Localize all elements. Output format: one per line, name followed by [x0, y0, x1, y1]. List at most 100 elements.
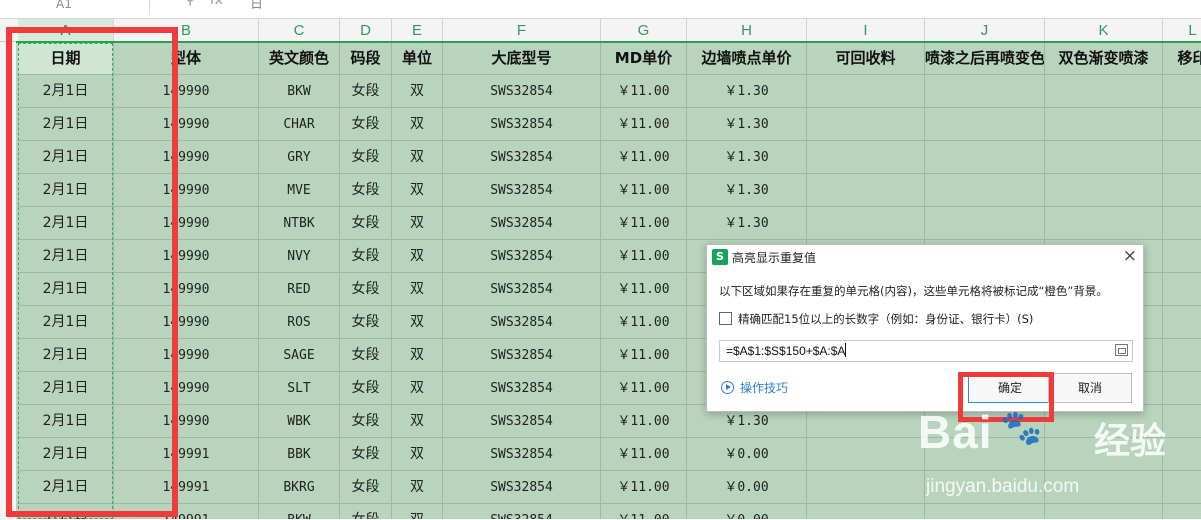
cell-f[interactable]: SWS32854	[443, 75, 601, 108]
cell-j[interactable]	[925, 174, 1045, 207]
cell-f[interactable]: SWS32854	[443, 240, 601, 273]
cell-k[interactable]	[1045, 471, 1163, 504]
cell-b[interactable]: 149990	[114, 141, 259, 174]
cell-k[interactable]	[1045, 108, 1163, 141]
header-cell-f[interactable]: 大底型号	[443, 42, 601, 75]
cell-a[interactable]: 2月1日	[18, 174, 114, 207]
cell-d[interactable]: 女段	[340, 405, 392, 438]
cell-i[interactable]	[807, 141, 925, 174]
column-header-a[interactable]: A	[18, 19, 114, 41]
cell-g[interactable]: ￥11.00	[601, 174, 687, 207]
cell-b[interactable]: 149990	[114, 75, 259, 108]
cell-j[interactable]	[925, 438, 1045, 471]
cell-e[interactable]: 双	[392, 240, 443, 273]
column-header-b[interactable]: B	[114, 19, 259, 41]
cell-g[interactable]: ￥11.00	[601, 471, 687, 504]
cell-c[interactable]: BBK	[259, 438, 340, 471]
cell-g[interactable]: ￥11.00	[601, 405, 687, 438]
exact-match-checkbox[interactable]	[719, 312, 732, 325]
cell-j[interactable]	[925, 504, 1045, 519]
cell-a[interactable]: 2月1日	[18, 471, 114, 504]
cell-k[interactable]	[1045, 438, 1163, 471]
cell-l[interactable]	[1163, 240, 1201, 273]
column-header-i[interactable]: I	[807, 19, 925, 41]
name-box[interactable]: A1	[0, 0, 150, 14]
column-header-g[interactable]: G	[601, 19, 687, 41]
cell-c[interactable]: MVE	[259, 174, 340, 207]
cell-f[interactable]: SWS32854	[443, 504, 601, 519]
cell-j[interactable]	[925, 108, 1045, 141]
cell-b[interactable]: 149990	[114, 108, 259, 141]
cell-e[interactable]: 双	[392, 108, 443, 141]
cell-c[interactable]: SAGE	[259, 339, 340, 372]
cancel-button[interactable]: 取消	[1048, 373, 1132, 403]
cell-b[interactable]: 149990	[114, 273, 259, 306]
cell-a[interactable]: 2月1日	[18, 504, 114, 519]
cell-b[interactable]: 149990	[114, 174, 259, 207]
cell-e[interactable]: 双	[392, 207, 443, 240]
cell-c[interactable]: BKW	[259, 75, 340, 108]
cell-a[interactable]: 2月1日	[18, 405, 114, 438]
header-cell-a[interactable]: 日期	[18, 42, 114, 75]
cell-l[interactable]	[1163, 306, 1201, 339]
cell-d[interactable]: 女段	[340, 240, 392, 273]
close-icon[interactable]: ×	[1123, 246, 1137, 266]
header-cell-e[interactable]: 单位	[392, 42, 443, 75]
cell-c[interactable]: CHAR	[259, 108, 340, 141]
cell-l[interactable]	[1163, 405, 1201, 438]
cell-k[interactable]	[1045, 141, 1163, 174]
cell-d[interactable]: 女段	[340, 339, 392, 372]
column-header-d[interactable]: D	[340, 19, 392, 41]
cell-k[interactable]	[1045, 207, 1163, 240]
cell-b[interactable]: 149991	[114, 504, 259, 519]
cell-j[interactable]	[925, 75, 1045, 108]
cell-e[interactable]: 双	[392, 504, 443, 519]
cell-d[interactable]: 女段	[340, 141, 392, 174]
cell-h[interactable]: ￥1.30	[687, 141, 807, 174]
cell-f[interactable]: SWS32854	[443, 405, 601, 438]
cell-j[interactable]	[925, 141, 1045, 174]
header-cell-c[interactable]: 英文颜色	[259, 42, 340, 75]
cell-k[interactable]	[1045, 174, 1163, 207]
cell-h[interactable]: ￥0.00	[687, 438, 807, 471]
fx-icon[interactable]: fx	[210, 0, 223, 8]
cell-i[interactable]	[807, 174, 925, 207]
cell-l[interactable]	[1163, 174, 1201, 207]
cell-k[interactable]	[1045, 75, 1163, 108]
column-header-k[interactable]: K	[1045, 19, 1163, 41]
cell-b[interactable]: 149990	[114, 306, 259, 339]
cell-i[interactable]	[807, 504, 925, 519]
cell-i[interactable]	[807, 438, 925, 471]
cell-h[interactable]: ￥1.30	[687, 174, 807, 207]
cell-b[interactable]: 149990	[114, 207, 259, 240]
cell-g[interactable]: ￥11.00	[601, 108, 687, 141]
range-input[interactable]: =$A$1:$S$150+$A:$A	[719, 340, 1133, 362]
header-cell-l[interactable]: 移印	[1163, 42, 1201, 75]
header-cell-k[interactable]: 双色渐变喷漆	[1045, 42, 1163, 75]
header-cell-h[interactable]: 边墙喷点单价	[687, 42, 807, 75]
cell-e[interactable]: 双	[392, 141, 443, 174]
cell-e[interactable]: 双	[392, 438, 443, 471]
cell-b[interactable]: 149991	[114, 438, 259, 471]
cell-g[interactable]: ￥11.00	[601, 141, 687, 174]
column-header-e[interactable]: E	[392, 19, 443, 41]
cell-e[interactable]: 双	[392, 75, 443, 108]
cell-e[interactable]: 双	[392, 372, 443, 405]
cell-f[interactable]: SWS32854	[443, 339, 601, 372]
cell-f[interactable]: SWS32854	[443, 471, 601, 504]
cell-f[interactable]: SWS32854	[443, 174, 601, 207]
column-header-f[interactable]: F	[443, 19, 601, 41]
cell-c[interactable]: SLT	[259, 372, 340, 405]
cell-g[interactable]: ￥11.00	[601, 273, 687, 306]
cell-c[interactable]: GRY	[259, 141, 340, 174]
cell-d[interactable]: 女段	[340, 108, 392, 141]
cell-h[interactable]: ￥0.00	[687, 471, 807, 504]
cell-j[interactable]	[925, 207, 1045, 240]
cell-d[interactable]: 女段	[340, 306, 392, 339]
cell-a[interactable]: 2月1日	[18, 306, 114, 339]
cell-c[interactable]: NTBK	[259, 207, 340, 240]
cell-l[interactable]	[1163, 504, 1201, 519]
cell-h[interactable]: ￥0.00	[687, 504, 807, 519]
cell-d[interactable]: 女段	[340, 438, 392, 471]
cell-f[interactable]: SWS32854	[443, 108, 601, 141]
